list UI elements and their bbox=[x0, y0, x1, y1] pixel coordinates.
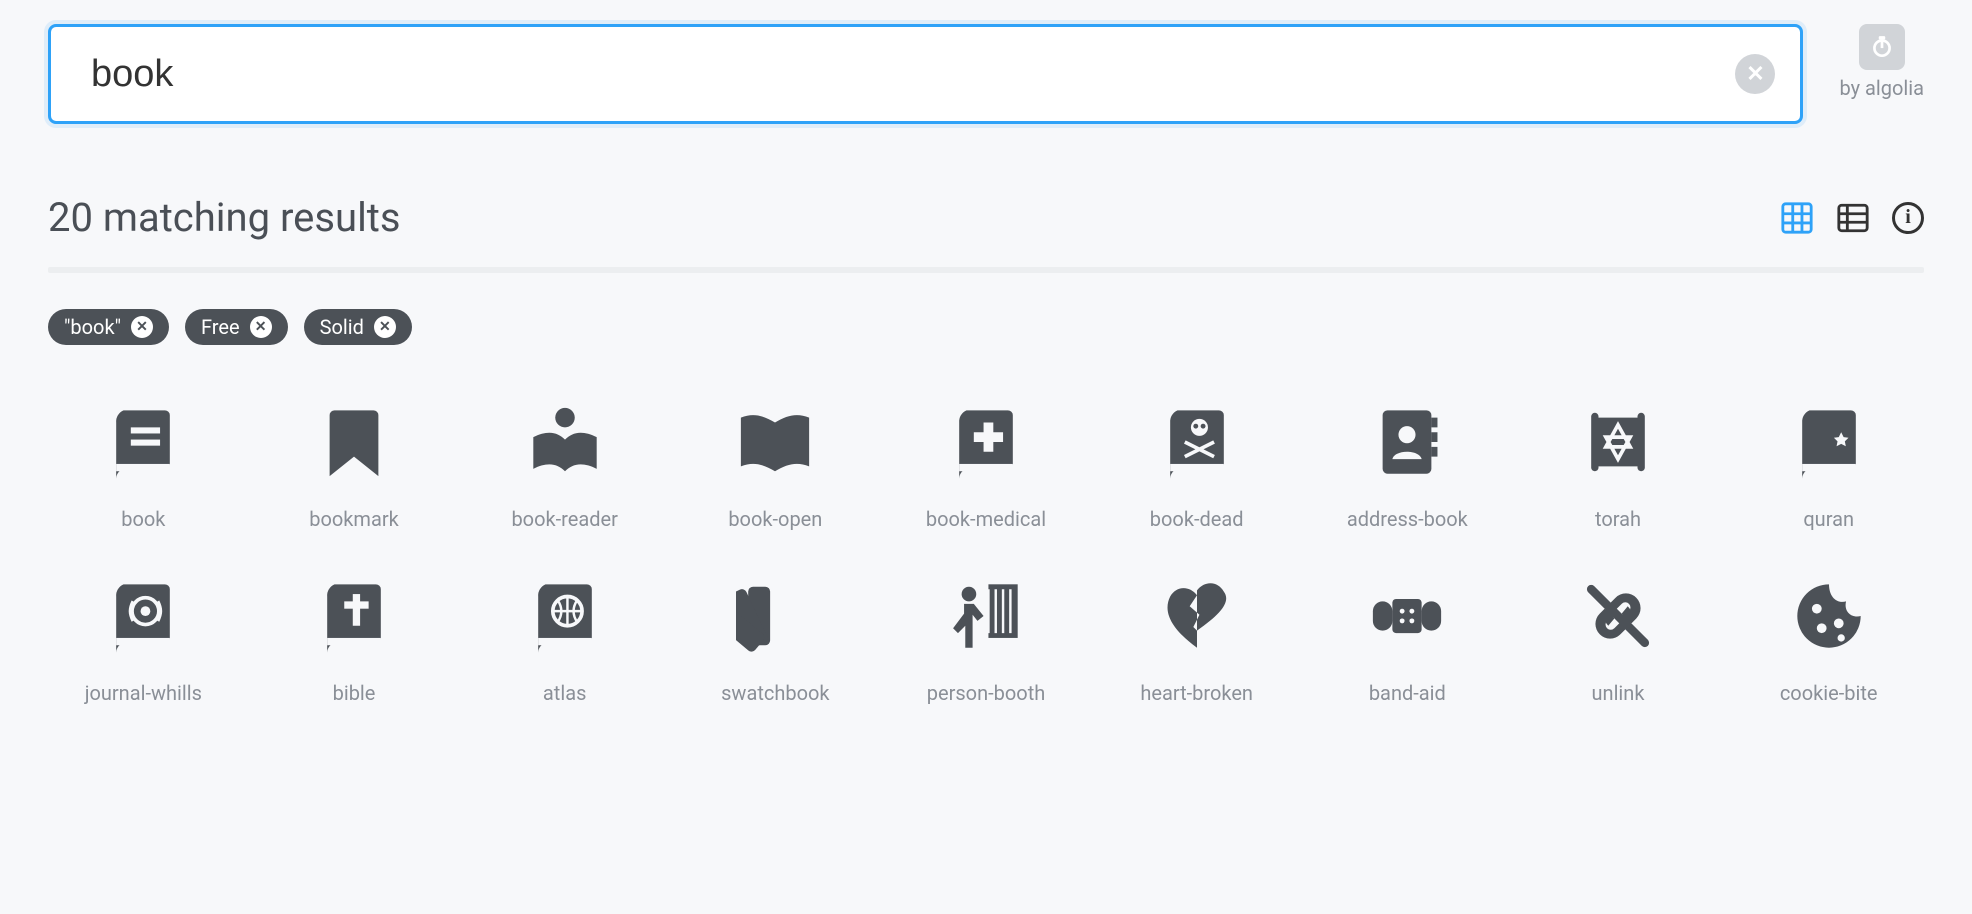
icon-result-label: bible bbox=[259, 681, 450, 705]
icon-result-person-booth[interactable]: person-booth bbox=[891, 565, 1082, 711]
close-icon[interactable]: ✕ bbox=[250, 316, 272, 338]
filter-chip-label: Solid bbox=[320, 315, 364, 339]
icon-result-label: book bbox=[48, 507, 239, 531]
bible-icon bbox=[259, 571, 450, 661]
icon-result-bible[interactable]: bible bbox=[259, 565, 450, 711]
torah-icon bbox=[1523, 397, 1714, 487]
icon-result-label: quran bbox=[1733, 507, 1924, 531]
book-dead-icon bbox=[1101, 397, 1292, 487]
band-aid-icon bbox=[1312, 571, 1503, 661]
icon-result-label: torah bbox=[1523, 507, 1714, 531]
icon-result-label: journal-whills bbox=[48, 681, 239, 705]
icon-result-book-dead[interactable]: book-dead bbox=[1101, 391, 1292, 537]
book-reader-icon bbox=[469, 397, 660, 487]
icon-result-label: book-dead bbox=[1101, 507, 1292, 531]
icon-result-label: bookmark bbox=[259, 507, 450, 531]
icon-result-atlas[interactable]: atlas bbox=[469, 565, 660, 711]
journal-whills-icon bbox=[48, 571, 239, 661]
unlink-icon bbox=[1523, 571, 1714, 661]
icon-result-label: book-open bbox=[680, 507, 871, 531]
search-container: ✕ bbox=[48, 24, 1803, 124]
grid-icon bbox=[1780, 201, 1814, 235]
algolia-label: by algolia bbox=[1839, 76, 1924, 100]
icon-result-bookmark[interactable]: bookmark bbox=[259, 391, 450, 537]
cookie-bite-icon bbox=[1733, 571, 1924, 661]
quran-icon bbox=[1733, 397, 1924, 487]
icon-result-book-open[interactable]: book-open bbox=[680, 391, 871, 537]
filter-chip-solid[interactable]: Solid ✕ bbox=[304, 309, 412, 345]
results-grid: book bookmark book-reader book-open book-med… bbox=[48, 391, 1924, 711]
icon-result-torah[interactable]: torah bbox=[1523, 391, 1714, 537]
filter-chip-label: "book" bbox=[64, 315, 121, 339]
book-medical-icon bbox=[891, 397, 1082, 487]
icon-result-label: atlas bbox=[469, 681, 660, 705]
icon-result-book[interactable]: book bbox=[48, 391, 239, 537]
clear-search-button[interactable]: ✕ bbox=[1735, 54, 1775, 94]
icon-result-heart-broken[interactable]: heart-broken bbox=[1101, 565, 1292, 711]
icon-result-swatchbook[interactable]: swatchbook bbox=[680, 565, 871, 711]
person-booth-icon bbox=[891, 571, 1082, 661]
icon-result-cookie-bite[interactable]: cookie-bite bbox=[1733, 565, 1924, 711]
icon-result-label: unlink bbox=[1523, 681, 1714, 705]
address-book-icon bbox=[1312, 397, 1503, 487]
list-icon bbox=[1836, 201, 1870, 235]
view-list-button[interactable] bbox=[1836, 201, 1870, 235]
results-count-title: 20 matching results bbox=[48, 194, 1780, 241]
icon-result-label: book-reader bbox=[469, 507, 660, 531]
icon-result-label: swatchbook bbox=[680, 681, 871, 705]
heart-broken-icon bbox=[1101, 571, 1292, 661]
bookmark-icon bbox=[259, 397, 450, 487]
close-icon: ✕ bbox=[1746, 62, 1764, 87]
divider bbox=[48, 267, 1924, 273]
close-icon[interactable]: ✕ bbox=[131, 316, 153, 338]
icon-result-label: person-booth bbox=[891, 681, 1082, 705]
icon-result-label: book-medical bbox=[891, 507, 1082, 531]
atlas-icon bbox=[469, 571, 660, 661]
info-icon: i bbox=[1905, 206, 1911, 229]
book-open-icon bbox=[680, 397, 871, 487]
icon-result-label: cookie-bite bbox=[1733, 681, 1924, 705]
icon-result-quran[interactable]: quran bbox=[1733, 391, 1924, 537]
book-icon bbox=[48, 397, 239, 487]
close-icon[interactable]: ✕ bbox=[374, 316, 396, 338]
swatchbook-icon bbox=[680, 571, 871, 661]
algolia-attribution: by algolia bbox=[1839, 24, 1924, 100]
filter-chip-label: Free bbox=[201, 315, 240, 339]
icon-result-journal-whills[interactable]: journal-whills bbox=[48, 565, 239, 711]
icon-result-address-book[interactable]: address-book bbox=[1312, 391, 1503, 537]
icon-result-label: heart-broken bbox=[1101, 681, 1292, 705]
filter-chip-free[interactable]: Free ✕ bbox=[185, 309, 288, 345]
icon-result-label: band-aid bbox=[1312, 681, 1503, 705]
icon-result-band-aid[interactable]: band-aid bbox=[1312, 565, 1503, 711]
icon-result-book-medical[interactable]: book-medical bbox=[891, 391, 1082, 537]
view-grid-button[interactable] bbox=[1780, 201, 1814, 235]
filter-chips-row: "book" ✕ Free ✕ Solid ✕ bbox=[48, 309, 1924, 345]
icon-result-unlink[interactable]: unlink bbox=[1523, 565, 1714, 711]
info-button[interactable]: i bbox=[1892, 202, 1924, 234]
algolia-logo-icon bbox=[1859, 24, 1905, 70]
icon-result-label: address-book bbox=[1312, 507, 1503, 531]
filter-chip-query[interactable]: "book" ✕ bbox=[48, 309, 169, 345]
icon-result-book-reader[interactable]: book-reader bbox=[469, 391, 660, 537]
search-input[interactable] bbox=[48, 24, 1803, 124]
